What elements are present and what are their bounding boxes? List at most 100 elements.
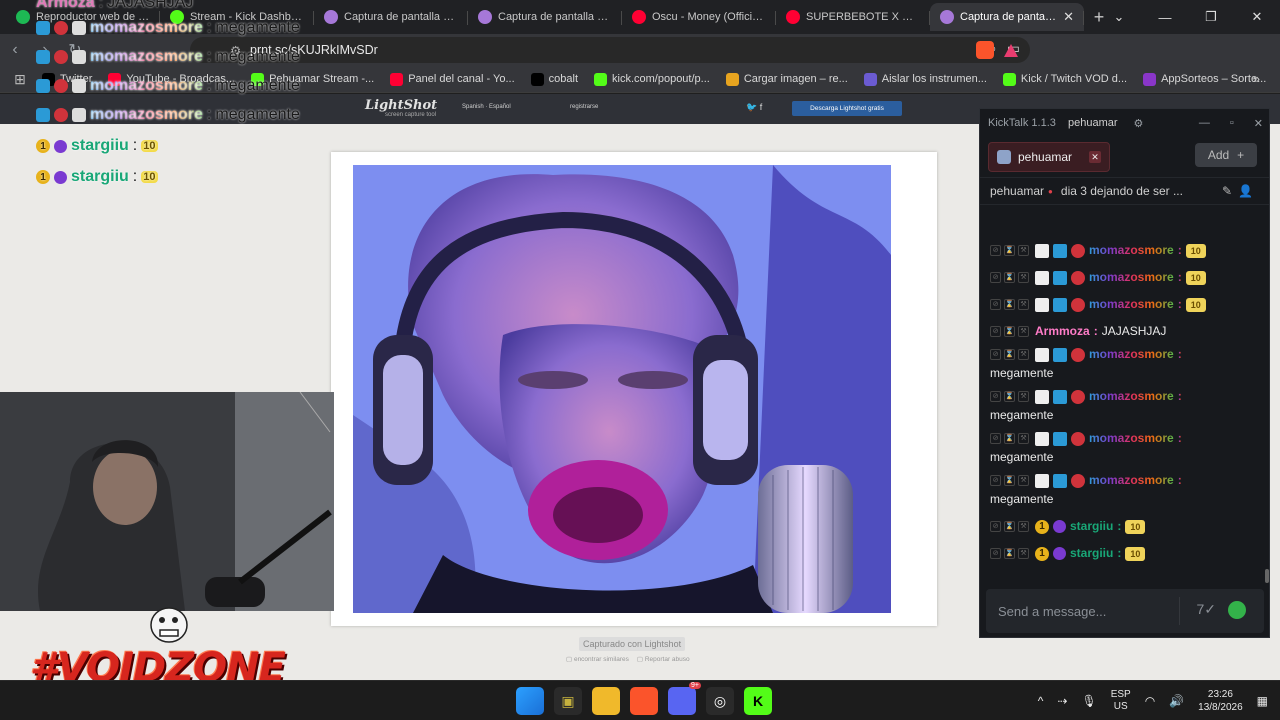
pickaxe-badge-icon — [1053, 347, 1067, 362]
pin-icon[interactable]: ✎ — [1222, 184, 1238, 198]
find-similar-link[interactable]: encontrar similares — [566, 655, 629, 663]
close-button[interactable]: ✕ — [1254, 117, 1263, 130]
report-abuse-link[interactable]: Reportar abuso — [637, 655, 690, 663]
tab-3[interactable]: Captura de pantalla por L — [468, 3, 622, 31]
chat-message[interactable]: ⊘ ⌛ ⚒ momazosmore:10 — [980, 240, 1264, 261]
close-window-button[interactable]: ✕ — [1234, 0, 1280, 34]
lightshot-tagline: screen capture tool — [385, 112, 437, 118]
maximize-button[interactable]: ▫ — [1230, 117, 1234, 129]
bookmark-item[interactable]: Cargar imagen – re... — [718, 72, 856, 86]
pickaxe-badge-icon — [36, 108, 50, 122]
message-input[interactable]: Send a message... 7✓ — [986, 589, 1264, 633]
overlay-chat-line: 1 stargiiu:10 — [36, 168, 158, 186]
user-icon[interactable]: 👤 — [1238, 184, 1259, 198]
red-badge-icon — [1071, 431, 1085, 446]
gear-icon[interactable]: ⚙ — [1134, 117, 1144, 130]
close-tab-icon[interactable]: ✕ — [1089, 151, 1101, 163]
apps-icon[interactable]: ⊞ — [8, 71, 32, 88]
tab-4[interactable]: Oscu - Money (Official Vi — [622, 3, 776, 31]
restore-button[interactable]: ❐ — [1188, 0, 1234, 34]
mod-actions[interactable]: ⊘ ⌛ ⚒ — [990, 272, 1029, 283]
notifications-icon[interactable]: ▦ — [1257, 694, 1268, 708]
bookmark-item[interactable]: Panel del canal - Yo... — [382, 72, 522, 86]
kicktalk-tabs: pehuamar ✕ Add + — [980, 137, 1269, 177]
bookmark-item[interactable]: Aislar los instrumen... — [856, 72, 995, 86]
bookmark-favicon-icon — [530, 72, 544, 86]
tab-5[interactable]: SUPERBEBOTE X EN UN P — [776, 3, 930, 31]
mod-actions[interactable]: ⊘ ⌛ ⚒ — [990, 548, 1029, 559]
minimize-button[interactable]: — — [1142, 0, 1188, 34]
mod-actions[interactable]: ⊘ ⌛ ⚒ — [990, 521, 1029, 532]
emote-7tv-icon[interactable]: 7✓ — [1196, 601, 1216, 618]
scrollbar[interactable] — [1264, 234, 1269, 584]
red-badge-icon — [1071, 347, 1085, 362]
pickaxe-badge-icon — [36, 79, 50, 93]
overlay-chat-line: 1 stargiiu:10 — [36, 137, 158, 155]
register-link[interactable]: registrarse — [570, 104, 598, 110]
bookmark-item[interactable]: cobalt — [523, 72, 586, 86]
mod-actions[interactable]: ⊘ ⌛ ⚒ — [990, 391, 1029, 402]
chat-message[interactable]: ⊘ ⌛ ⚒ 1 stargiiu:10 — [980, 516, 1264, 537]
red-badge-icon — [1071, 389, 1085, 404]
mod-actions[interactable]: ⊘ ⌛ ⚒ — [990, 245, 1029, 256]
pickaxe-badge-icon — [1053, 297, 1067, 312]
language-indicator[interactable]: ESP US — [1111, 689, 1131, 713]
brave-shields-icon[interactable] — [976, 41, 994, 59]
mic-icon[interactable]: 🎙 — [1081, 694, 1096, 708]
mod-actions[interactable]: ⊘ ⌛ ⚒ — [990, 433, 1029, 444]
face-badge-icon — [1035, 347, 1049, 362]
window-controls: ⌄ — ❐ ✕ — [1096, 0, 1280, 34]
add-channel-button[interactable]: Add + — [1195, 143, 1257, 167]
tab-search-icon[interactable]: ⌄ — [1096, 0, 1142, 34]
mod-actions[interactable]: ⊘ ⌛ ⚒ — [990, 475, 1029, 486]
chat-message[interactable]: ⊘ ⌛ ⚒ momazosmore:10 — [980, 267, 1264, 288]
chat-message[interactable]: ⊘ ⌛ ⚒ Armmoza: JAJASHJAJ — [980, 321, 1264, 342]
kicktalk-user[interactable]: pehuamar — [1068, 117, 1118, 129]
wifi-icon[interactable]: ◠ — [1145, 694, 1155, 708]
lightshot-logo[interactable]: LightShot — [365, 98, 437, 113]
address-bar[interactable]: ⚙ prnt.sc/sKUJRkIMvSDr ⌕ ▭ — [190, 37, 1030, 63]
mod-actions[interactable]: ⊘ ⌛ ⚒ — [990, 326, 1029, 337]
bookmark-item[interactable]: Kick / Twitch VOD d... — [995, 72, 1135, 86]
download-button[interactable]: Descarga Lightshot gratis — [792, 101, 902, 116]
chat-message[interactable]: ⊘ ⌛ ⚒ momazosmore: megamente — [980, 386, 1264, 426]
purple-badge-icon — [54, 139, 67, 153]
chat-message[interactable]: ⊘ ⌛ ⚒ momazosmore: megamente — [980, 470, 1264, 510]
social-icons[interactable]: 🐦 f — [746, 102, 762, 113]
chat-message[interactable]: ⊘ ⌛ ⚒ momazosmore:10 — [980, 294, 1264, 315]
brave-icon[interactable] — [630, 687, 658, 715]
tab-2[interactable]: Captura de pantalla por L — [314, 3, 468, 31]
taskview-icon[interactable]: ▣ — [554, 687, 582, 715]
clock[interactable]: 23:26 13/8/2026 — [1198, 688, 1243, 714]
overlay-line: Armoza: JAJASHJAJ — [36, 0, 194, 11]
kick-emote-icon[interactable] — [1228, 601, 1246, 619]
bookmark-favicon-icon — [863, 72, 877, 86]
emote-icon: 10 — [1185, 270, 1206, 285]
minimize-button[interactable]: — — [1199, 117, 1210, 129]
mod-actions[interactable]: ⊘ ⌛ ⚒ — [990, 349, 1029, 360]
bookmark-item[interactable]: kick.com/popout/p... — [586, 72, 718, 86]
brave-rewards-icon[interactable] — [1004, 43, 1018, 57]
favicon-icon — [16, 10, 30, 24]
kick-icon[interactable]: K — [744, 687, 772, 715]
network-usb-icon[interactable]: ⇢ — [1057, 694, 1067, 708]
discord-icon[interactable]: 9+ — [668, 682, 701, 715]
overlay-chat-line: momazosmore: megamente — [36, 106, 300, 124]
tab-6[interactable]: Captura de pantalla p ✕ — [930, 3, 1084, 31]
back-button[interactable]: ‹ — [0, 41, 30, 59]
start-icon[interactable] — [516, 687, 544, 715]
mod-actions[interactable]: ⊘ ⌛ ⚒ — [990, 299, 1029, 310]
obs-icon[interactable]: ◎ — [706, 687, 734, 715]
purple-badge-icon — [1053, 547, 1066, 560]
language-selector[interactable]: Spanish · Español — [462, 104, 511, 110]
channel-tab-pehuamar[interactable]: pehuamar ✕ — [988, 142, 1110, 172]
chat-message[interactable]: ⊘ ⌛ ⚒ momazosmore: megamente — [980, 344, 1264, 384]
chat-message[interactable]: ⊘ ⌛ ⚒ 1 stargiiu:10 — [980, 543, 1264, 564]
favicon-icon — [940, 10, 954, 24]
close-tab-icon[interactable]: ✕ — [1063, 9, 1074, 25]
chat-message[interactable]: ⊘ ⌛ ⚒ momazosmore: megamente — [980, 428, 1264, 468]
chevron-up-icon[interactable]: ^ — [1038, 694, 1044, 708]
explorer-icon[interactable] — [592, 687, 620, 715]
volume-icon[interactable]: 🔊 — [1169, 694, 1184, 708]
more-bookmarks-icon[interactable]: » — [1253, 71, 1260, 86]
